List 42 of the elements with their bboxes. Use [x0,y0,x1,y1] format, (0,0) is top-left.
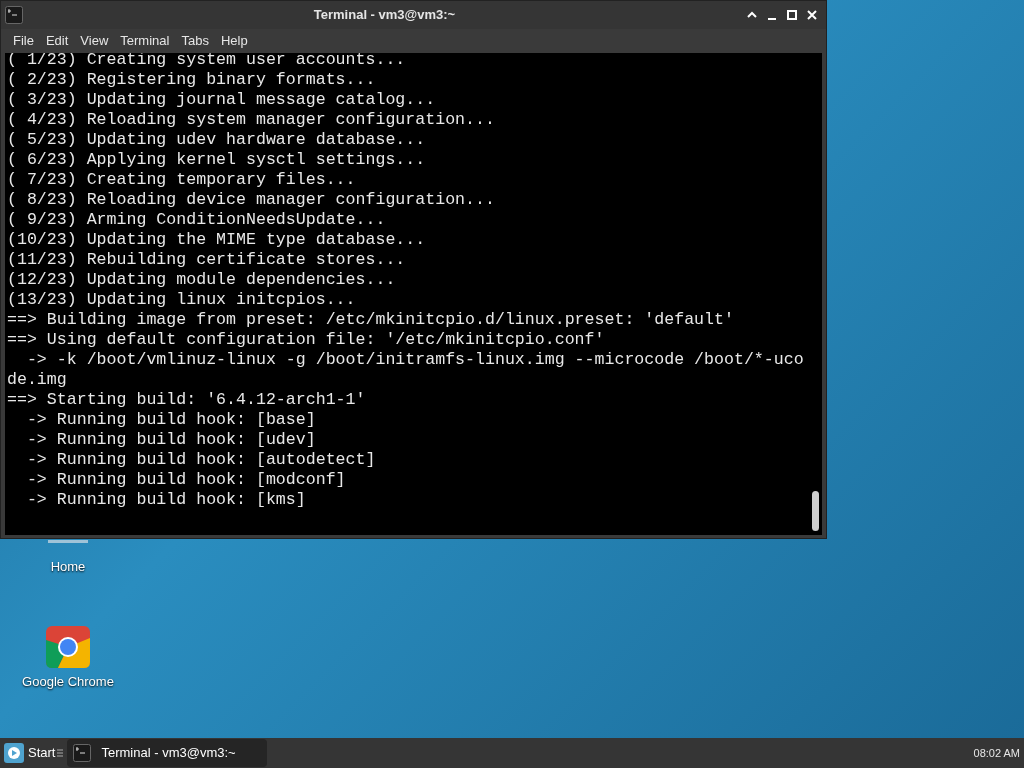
desktop-icon-label[interactable]: Home [50,557,86,577]
terminal-line: de.img [6,370,68,390]
terminal-line: ( 3/23) Updating journal message catalog... [6,90,437,110]
menu-item[interactable]: Terminal [114,31,176,51]
terminal-line: (10/23) Updating the MIME type database... [6,230,427,250]
terminal-line: ( 5/23) Updating udev hardware database... [6,130,427,150]
terminal-line: (13/23) Updating linux initcpios... [6,290,357,310]
terminal-line: ( 9/23) Arming ConditionNeedsUpdate... [6,210,387,230]
terminal-line: -> -k /boot/vmlinuz-linux -g /boot/initramfs-linux.img --microcode /boot/*-uco [25,350,805,370]
taskbar-button[interactable]: Terminal - vm3@vm3:~ [67,739,268,767]
terminal-line: (12/23) Updating module dependencies... [6,270,397,290]
terminal-icon [5,6,23,24]
clock: 08:02 AM [973,745,1021,761]
menu-item[interactable]: Edit [39,31,75,51]
terminal-line: -> Running build hook: [autodetect] [25,450,377,470]
desktop-icon-label[interactable]: Google Chrome [22,672,114,692]
terminal-line: -> Running build hook: [kms] [25,490,307,510]
terminal-line: -> Running build hook: [base] [25,410,317,430]
terminal-icon [73,744,92,762]
terminal-line: ==> Starting build: '6.4.12-arch1-1' [6,390,367,410]
terminal-line: ==> Using default configuration file: '/etc/mkinitcpio.conf' [6,330,606,350]
terminal-line: -> Running build hook: [udev] [25,430,317,450]
menu-item[interactable]: View [74,31,115,51]
menu-item[interactable]: Tabs [175,31,215,51]
maximize-icon[interactable] [786,9,798,21]
start-button[interactable]: Start [0,738,56,768]
scrollbar-thumb[interactable] [812,491,819,531]
terminal-line: ( 7/23) Creating temporary files... [6,170,357,190]
window-title: Terminal - vm3@vm3:~ [312,6,457,25]
terminal-line: -> Running build hook: [modconf] [25,470,347,490]
terminal-line: ( 4/23) Reloading system manager configuration... [6,110,496,130]
menu-item[interactable]: Help [214,31,254,51]
start-logo-icon [4,743,24,763]
terminal-line: ( 2/23) Registering binary formats... [6,70,377,90]
menu-icon[interactable] [57,748,64,758]
menu-item[interactable]: File [7,31,40,51]
terminal-line: ==> Building image from preset: /etc/mkinitcpio.d/linux.preset: 'default' [6,310,735,330]
terminal-line: ( 6/23) Applying kernel sysctl settings... [6,150,427,170]
terminal-line: (11/23) Rebuilding certificate stores... [6,250,407,270]
chrome-icon[interactable] [46,626,90,668]
close-icon[interactable] [806,9,818,21]
terminal-line: ( 8/23) Reloading device manager configuration... [6,190,496,210]
